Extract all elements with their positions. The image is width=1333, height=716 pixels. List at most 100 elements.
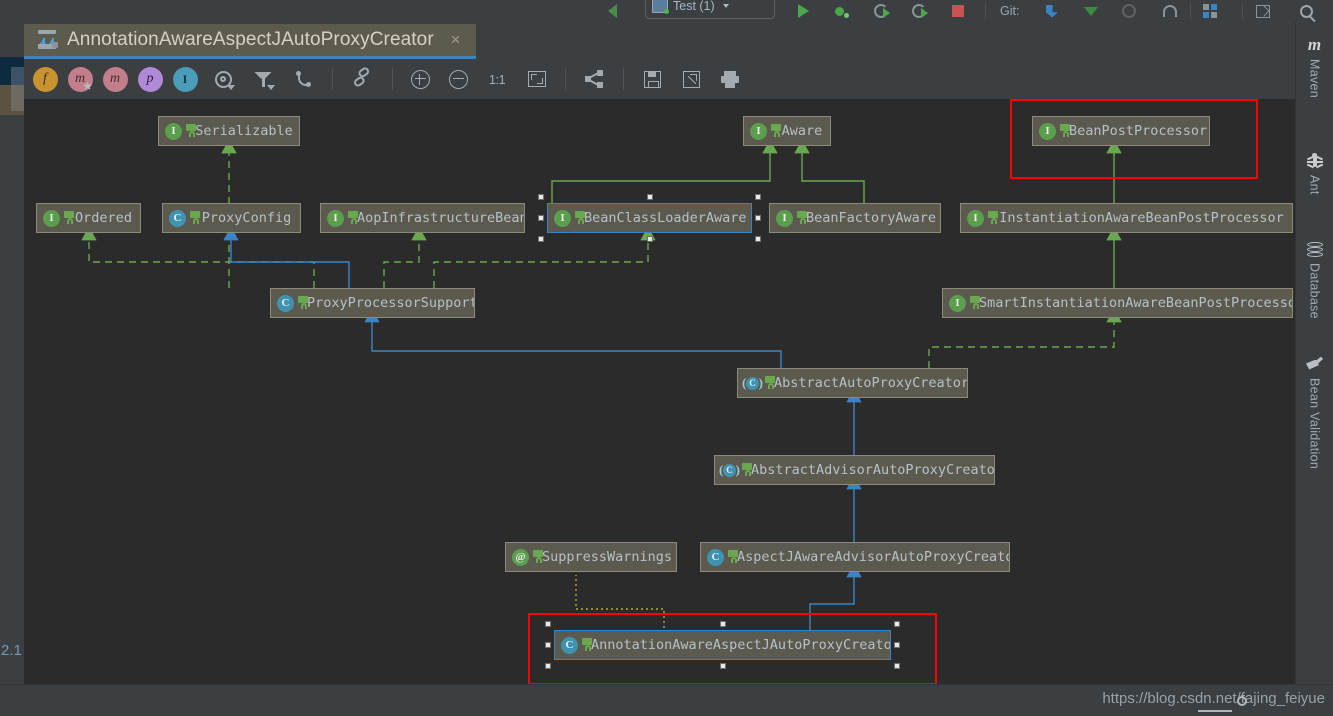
selection-handle[interactable] bbox=[755, 215, 761, 221]
external-window-icon[interactable] bbox=[1256, 0, 1270, 22]
class-icon: C bbox=[277, 294, 294, 312]
node-kind-icon: I bbox=[949, 294, 966, 312]
maven-tool-window[interactable]: m Maven bbox=[1296, 35, 1333, 99]
intellij-window: Test (1) Git: 2.1 AnnotationAwareAspectJ… bbox=[0, 0, 1333, 716]
rerun-icon[interactable] bbox=[912, 0, 928, 22]
selection-handle[interactable] bbox=[646, 236, 653, 242]
node-label: InstantiationAwareBeanPostProcessor bbox=[999, 210, 1284, 226]
export-icon bbox=[682, 70, 700, 88]
node-kind-icon: C bbox=[277, 294, 294, 312]
zoom-in-button[interactable] bbox=[407, 66, 433, 92]
selection-handle[interactable] bbox=[538, 236, 544, 242]
selection-handle[interactable] bbox=[538, 215, 544, 221]
diagram-node-serializable[interactable]: I Serializable bbox=[158, 116, 300, 146]
print-button[interactable] bbox=[717, 66, 743, 92]
show-properties-button[interactable]: p bbox=[137, 66, 163, 92]
node-label: ProxyConfig bbox=[201, 210, 292, 226]
version-label: 2.1 bbox=[1, 642, 22, 659]
diagram-canvas[interactable]: I Serializable I Aware I BeanPostProcessor I Or… bbox=[24, 99, 1296, 685]
zoom-out-button[interactable] bbox=[445, 66, 471, 92]
node-label: ProxyProcessorSupport bbox=[307, 295, 475, 311]
git-label: Git: bbox=[1000, 0, 1019, 22]
bean-validation-label: Bean Validation bbox=[1307, 378, 1322, 470]
git-update-project-icon[interactable] bbox=[1046, 0, 1058, 22]
abstract-class-icon: (C) bbox=[719, 461, 740, 477]
node-kind-icon: C bbox=[169, 209, 186, 227]
layout-icon[interactable] bbox=[1203, 0, 1217, 22]
toolbar-separator bbox=[332, 68, 333, 90]
toolbar-separator-2 bbox=[392, 68, 393, 90]
node-label: AopInfrastructureBean bbox=[357, 210, 525, 226]
export-to-file-button[interactable] bbox=[678, 66, 704, 92]
chevron-left-green-icon[interactable] bbox=[608, 0, 617, 22]
minus-circle-icon bbox=[448, 69, 468, 89]
node-label: Ordered bbox=[75, 210, 132, 226]
actual-size-button[interactable]: 1:1 bbox=[484, 66, 510, 92]
visibility-level-button[interactable] bbox=[210, 66, 236, 92]
run-configuration-label: Test (1) bbox=[673, 0, 715, 13]
beanpostprocessor-highlight bbox=[1010, 99, 1258, 179]
save-button[interactable] bbox=[639, 66, 665, 92]
git-history-icon[interactable] bbox=[1122, 0, 1136, 22]
bean-validation-tool-window[interactable]: Bean Validation bbox=[1296, 355, 1333, 469]
show-dependencies-button[interactable] bbox=[350, 65, 377, 92]
interface-icon: I bbox=[967, 209, 984, 227]
chevron-down-icon-2 bbox=[267, 85, 275, 90]
run-config-icon bbox=[652, 0, 669, 14]
node-kind-icon: I bbox=[776, 209, 793, 227]
chevron-down-icon bbox=[722, 4, 729, 8]
layout-button[interactable] bbox=[581, 66, 607, 92]
chain-link-icon bbox=[350, 65, 377, 92]
toolbar-separator-4 bbox=[623, 68, 624, 90]
edge-mode-button[interactable] bbox=[290, 66, 316, 92]
diagram-node-aopinfra[interactable]: I AopInfrastructureBean bbox=[320, 203, 525, 233]
diagram-node-proxyprocsupport[interactable]: C ProxyProcessorSupport bbox=[270, 288, 475, 318]
diagram-node-smartinstant[interactable]: I SmartInstantiationAwareBeanPostProcesso… bbox=[942, 288, 1293, 318]
run-with-coverage-icon[interactable] bbox=[835, 0, 849, 22]
run-icon[interactable] bbox=[798, 0, 809, 22]
diagram-node-proxyconfig[interactable]: C ProxyConfig bbox=[162, 203, 301, 233]
node-kind-icon: I bbox=[43, 209, 60, 227]
diagram-node-suppresswarn[interactable]: @ SuppressWarnings bbox=[505, 542, 677, 572]
maven-label: Maven bbox=[1307, 59, 1322, 99]
status-bar: https://blog.csdn.net/fajing_feiyue bbox=[0, 684, 1333, 716]
selection-handle[interactable] bbox=[538, 194, 544, 200]
show-inner-classes-button[interactable]: I bbox=[172, 66, 198, 92]
diagram-node-ordered[interactable]: I Ordered bbox=[36, 203, 141, 233]
git-label-text: Git: bbox=[1000, 4, 1020, 18]
change-filter-button[interactable] bbox=[250, 66, 276, 92]
stop-icon[interactable] bbox=[952, 0, 964, 22]
database-tool-window[interactable]: Database bbox=[1296, 240, 1333, 319]
interface-icon: I bbox=[43, 209, 60, 227]
node-label: AbstractAutoProxyCreator bbox=[774, 375, 968, 391]
diagram-node-beanfactoryaware[interactable]: I BeanFactoryAware bbox=[769, 203, 941, 233]
debug-icon[interactable] bbox=[874, 0, 890, 22]
show-inherited-members-button[interactable]: m ★ bbox=[67, 66, 93, 92]
show-methods-button[interactable]: m bbox=[102, 66, 128, 92]
diagram-node-instantiation[interactable]: I InstantiationAwareBeanPostProcessor bbox=[960, 203, 1293, 233]
save-icon bbox=[643, 70, 661, 88]
toolbar-separator-3 bbox=[565, 68, 566, 90]
search-everywhere-icon[interactable] bbox=[1300, 0, 1313, 22]
selection-handle[interactable] bbox=[755, 194, 761, 200]
diagram-node-abstractadvisor[interactable]: (C) AbstractAdvisorAutoProxyCreator bbox=[714, 455, 995, 485]
run-configuration-selector[interactable]: Test (1) bbox=[645, 0, 775, 19]
diagram-node-abstractauto[interactable]: (C) AbstractAutoProxyCreator bbox=[737, 368, 968, 398]
selection-handle[interactable] bbox=[755, 236, 761, 242]
interface-icon: I bbox=[776, 209, 793, 227]
gear-icon[interactable] bbox=[1235, 694, 1249, 708]
diagram-node-aware[interactable]: I Aware bbox=[743, 116, 831, 146]
ant-tool-window[interactable]: Ant bbox=[1296, 152, 1333, 195]
show-fields-button[interactable]: f bbox=[32, 66, 58, 92]
editor-sliver-olive-2 bbox=[11, 85, 24, 111]
diagram-edges bbox=[81, 139, 1122, 648]
git-rollback-icon[interactable] bbox=[1163, 0, 1177, 22]
fit-content-button[interactable] bbox=[524, 66, 550, 92]
selection-handle[interactable] bbox=[646, 194, 653, 200]
diagram-node-aspectjaware[interactable]: C AspectJAwareAdvisorAutoProxyCreator bbox=[700, 542, 1010, 572]
close-icon[interactable]: × bbox=[447, 31, 464, 48]
diagram-tab[interactable]: AnnotationAwareAspectJAutoProxyCreator × bbox=[24, 24, 476, 56]
diagram-node-beanclassloader[interactable]: I BeanClassLoaderAware bbox=[547, 203, 752, 233]
database-label: Database bbox=[1307, 263, 1322, 319]
git-commit-icon[interactable] bbox=[1084, 0, 1098, 22]
